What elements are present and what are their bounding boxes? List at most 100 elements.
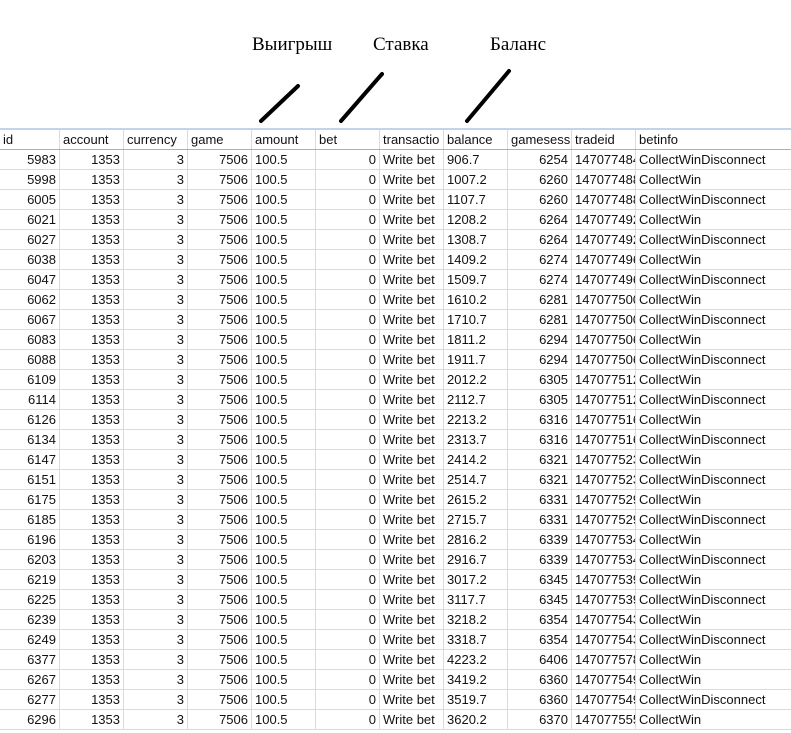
cell-game[interactable]: 7506 bbox=[188, 430, 252, 449]
cell-bet[interactable]: 0 bbox=[316, 330, 380, 349]
cell-amount[interactable]: 100.5 bbox=[252, 490, 316, 509]
cell-amount[interactable]: 100.5 bbox=[252, 530, 316, 549]
cell-account[interactable]: 1353 bbox=[60, 190, 124, 209]
cell-transactio[interactable]: Write bet bbox=[380, 410, 444, 429]
cell-transactio[interactable]: Write bet bbox=[380, 370, 444, 389]
cell-bet[interactable]: 0 bbox=[316, 350, 380, 369]
cell-currency[interactable]: 3 bbox=[124, 530, 188, 549]
column-header-transactio[interactable]: transactio bbox=[380, 130, 444, 149]
cell-betinfo[interactable]: CollectWin bbox=[636, 170, 791, 189]
cell-game[interactable]: 7506 bbox=[188, 710, 252, 729]
cell-account[interactable]: 1353 bbox=[60, 510, 124, 529]
cell-bet[interactable]: 0 bbox=[316, 410, 380, 429]
cell-gamesess[interactable]: 6274 bbox=[508, 270, 572, 289]
cell-betinfo[interactable]: CollectWinDisconnect bbox=[636, 510, 791, 529]
cell-balance[interactable]: 1007.2 bbox=[444, 170, 508, 189]
cell-gamesess[interactable]: 6345 bbox=[508, 590, 572, 609]
cell-transactio[interactable]: Write bet bbox=[380, 250, 444, 269]
cell-betinfo[interactable]: CollectWin bbox=[636, 450, 791, 469]
cell-id[interactable]: 6249 bbox=[0, 630, 60, 649]
cell-amount[interactable]: 100.5 bbox=[252, 250, 316, 269]
cell-game[interactable]: 7506 bbox=[188, 410, 252, 429]
cell-balance[interactable]: 2916.7 bbox=[444, 550, 508, 569]
cell-amount[interactable]: 100.5 bbox=[252, 590, 316, 609]
cell-currency[interactable]: 3 bbox=[124, 490, 188, 509]
cell-account[interactable]: 1353 bbox=[60, 470, 124, 489]
cell-account[interactable]: 1353 bbox=[60, 250, 124, 269]
cell-betinfo[interactable]: CollectWin bbox=[636, 410, 791, 429]
cell-tradeid[interactable]: 147077543 bbox=[572, 630, 636, 649]
cell-account[interactable]: 1353 bbox=[60, 270, 124, 289]
cell-id[interactable]: 6114 bbox=[0, 390, 60, 409]
cell-bet[interactable]: 0 bbox=[316, 610, 380, 629]
cell-transactio[interactable]: Write bet bbox=[380, 710, 444, 729]
cell-id[interactable]: 6083 bbox=[0, 330, 60, 349]
cell-bet[interactable]: 0 bbox=[316, 190, 380, 209]
cell-currency[interactable]: 3 bbox=[124, 450, 188, 469]
cell-game[interactable]: 7506 bbox=[188, 470, 252, 489]
cell-game[interactable]: 7506 bbox=[188, 310, 252, 329]
cell-game[interactable]: 7506 bbox=[188, 510, 252, 529]
cell-game[interactable]: 7506 bbox=[188, 390, 252, 409]
cell-account[interactable]: 1353 bbox=[60, 610, 124, 629]
cell-transactio[interactable]: Write bet bbox=[380, 470, 444, 489]
cell-tradeid[interactable]: 147077578 bbox=[572, 650, 636, 669]
cell-amount[interactable]: 100.5 bbox=[252, 350, 316, 369]
cell-gamesess[interactable]: 6370 bbox=[508, 710, 572, 729]
cell-tradeid[interactable]: 147077496 bbox=[572, 250, 636, 269]
cell-transactio[interactable]: Write bet bbox=[380, 210, 444, 229]
cell-betinfo[interactable]: CollectWinDisconnect bbox=[636, 470, 791, 489]
cell-balance[interactable]: 1208.2 bbox=[444, 210, 508, 229]
cell-balance[interactable]: 2615.2 bbox=[444, 490, 508, 509]
cell-bet[interactable]: 0 bbox=[316, 510, 380, 529]
cell-betinfo[interactable]: CollectWin bbox=[636, 530, 791, 549]
cell-id[interactable]: 6062 bbox=[0, 290, 60, 309]
cell-bet[interactable]: 0 bbox=[316, 550, 380, 569]
cell-tradeid[interactable]: 147077488 bbox=[572, 190, 636, 209]
cell-gamesess[interactable]: 6294 bbox=[508, 330, 572, 349]
cell-gamesess[interactable]: 6321 bbox=[508, 450, 572, 469]
column-header-game[interactable]: game bbox=[188, 130, 252, 149]
cell-betinfo[interactable]: CollectWinDisconnect bbox=[636, 430, 791, 449]
cell-balance[interactable]: 2213.2 bbox=[444, 410, 508, 429]
cell-amount[interactable]: 100.5 bbox=[252, 450, 316, 469]
cell-balance[interactable]: 1811.2 bbox=[444, 330, 508, 349]
cell-transactio[interactable]: Write bet bbox=[380, 670, 444, 689]
cell-account[interactable]: 1353 bbox=[60, 230, 124, 249]
cell-amount[interactable]: 100.5 bbox=[252, 690, 316, 709]
cell-game[interactable]: 7506 bbox=[188, 370, 252, 389]
cell-account[interactable]: 1353 bbox=[60, 570, 124, 589]
cell-tradeid[interactable]: 147077555 bbox=[572, 710, 636, 729]
cell-amount[interactable]: 100.5 bbox=[252, 570, 316, 589]
cell-transactio[interactable]: Write bet bbox=[380, 610, 444, 629]
cell-game[interactable]: 7506 bbox=[188, 490, 252, 509]
cell-currency[interactable]: 3 bbox=[124, 430, 188, 449]
cell-transactio[interactable]: Write bet bbox=[380, 170, 444, 189]
cell-transactio[interactable]: Write bet bbox=[380, 690, 444, 709]
cell-betinfo[interactable]: CollectWinDisconnect bbox=[636, 230, 791, 249]
cell-transactio[interactable]: Write bet bbox=[380, 430, 444, 449]
cell-betinfo[interactable]: CollectWin bbox=[636, 250, 791, 269]
cell-id[interactable]: 6203 bbox=[0, 550, 60, 569]
cell-gamesess[interactable]: 6264 bbox=[508, 230, 572, 249]
cell-account[interactable]: 1353 bbox=[60, 490, 124, 509]
cell-id[interactable]: 6239 bbox=[0, 610, 60, 629]
cell-game[interactable]: 7506 bbox=[188, 550, 252, 569]
cell-currency[interactable]: 3 bbox=[124, 230, 188, 249]
cell-amount[interactable]: 100.5 bbox=[252, 150, 316, 169]
cell-amount[interactable]: 100.5 bbox=[252, 330, 316, 349]
cell-id[interactable]: 6021 bbox=[0, 210, 60, 229]
cell-transactio[interactable]: Write bet bbox=[380, 350, 444, 369]
cell-tradeid[interactable]: 147077506 bbox=[572, 330, 636, 349]
cell-account[interactable]: 1353 bbox=[60, 690, 124, 709]
cell-bet[interactable]: 0 bbox=[316, 270, 380, 289]
cell-tradeid[interactable]: 147077516 bbox=[572, 410, 636, 429]
cell-tradeid[interactable]: 147077492 bbox=[572, 230, 636, 249]
cell-currency[interactable]: 3 bbox=[124, 610, 188, 629]
column-header-gamesess[interactable]: gamesess bbox=[508, 130, 572, 149]
cell-balance[interactable]: 3218.2 bbox=[444, 610, 508, 629]
cell-tradeid[interactable]: 147077512 bbox=[572, 390, 636, 409]
cell-betinfo[interactable]: CollectWinDisconnect bbox=[636, 310, 791, 329]
cell-id[interactable]: 6185 bbox=[0, 510, 60, 529]
cell-gamesess[interactable]: 6354 bbox=[508, 630, 572, 649]
